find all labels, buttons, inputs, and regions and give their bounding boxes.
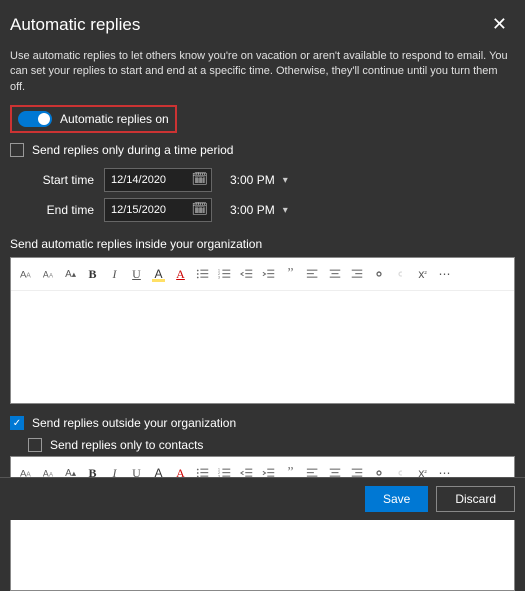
- save-button[interactable]: Save: [365, 486, 428, 512]
- dialog-title: Automatic replies: [10, 15, 140, 35]
- editor-toolbar: AA AA A▴ B I U A A 123 ” x² ⋯: [11, 258, 514, 291]
- auto-reply-toggle[interactable]: [18, 111, 52, 127]
- link-button[interactable]: [369, 264, 388, 284]
- align-right-button[interactable]: [347, 264, 366, 284]
- time-period-checkbox[interactable]: [10, 143, 24, 157]
- bold-button[interactable]: B: [83, 264, 102, 284]
- end-time-value: 3:00 PM: [230, 203, 275, 217]
- svg-text:A: A: [49, 273, 54, 280]
- outside-org-checkbox[interactable]: ✓: [10, 416, 24, 430]
- more-button[interactable]: ⋯: [435, 264, 454, 284]
- chevron-down-icon: ▾: [283, 205, 288, 216]
- close-icon[interactable]: ✕: [486, 10, 513, 39]
- time-period-checkbox-label: Send replies only during a time period: [32, 143, 233, 157]
- auto-reply-toggle-highlight: Automatic replies on: [10, 105, 177, 133]
- inside-org-textarea[interactable]: [11, 291, 514, 403]
- contacts-only-checkbox[interactable]: [28, 438, 42, 452]
- align-left-button[interactable]: [303, 264, 322, 284]
- bullet-list-button[interactable]: [193, 264, 212, 284]
- auto-reply-toggle-label: Automatic replies on: [60, 112, 169, 126]
- start-time-picker[interactable]: 3:00 PM ▾: [222, 173, 288, 187]
- inside-org-editor: AA AA A▴ B I U A A 123 ” x² ⋯: [10, 257, 515, 404]
- align-center-button[interactable]: [325, 264, 344, 284]
- underline-button[interactable]: U: [127, 264, 146, 284]
- number-list-button[interactable]: 123: [215, 264, 234, 284]
- end-time-picker[interactable]: 3:00 PM ▾: [222, 203, 288, 217]
- highlight-button[interactable]: A: [149, 264, 168, 284]
- font-color-button[interactable]: A: [171, 264, 190, 284]
- outdent-button[interactable]: [237, 264, 256, 284]
- description-text: Use automatic replies to let others know…: [0, 45, 525, 103]
- start-time-value: 3:00 PM: [230, 173, 275, 187]
- start-date-input[interactable]: [104, 168, 212, 192]
- outside-org-checkbox-label: Send replies outside your organization: [32, 416, 236, 430]
- unlink-button[interactable]: [391, 264, 410, 284]
- superscript-button[interactable]: x²: [413, 264, 432, 284]
- end-date-input[interactable]: [104, 198, 212, 222]
- svg-text:A: A: [42, 270, 48, 280]
- svg-text:3: 3: [218, 276, 220, 280]
- font-family-button[interactable]: AA: [17, 264, 36, 284]
- start-time-label: Start time: [24, 173, 94, 187]
- contacts-only-checkbox-label: Send replies only to contacts: [50, 438, 203, 452]
- svg-text:A: A: [26, 273, 31, 280]
- indent-button[interactable]: [259, 264, 278, 284]
- font-grow-button[interactable]: A▴: [61, 264, 80, 284]
- quote-button[interactable]: ”: [281, 264, 300, 284]
- font-size-button[interactable]: AA: [39, 264, 58, 284]
- chevron-down-icon: ▾: [283, 175, 288, 186]
- inside-org-label: Send automatic replies inside your organ…: [0, 229, 525, 257]
- italic-button[interactable]: I: [105, 264, 124, 284]
- end-time-label: End time: [24, 203, 94, 217]
- discard-button[interactable]: Discard: [436, 486, 515, 512]
